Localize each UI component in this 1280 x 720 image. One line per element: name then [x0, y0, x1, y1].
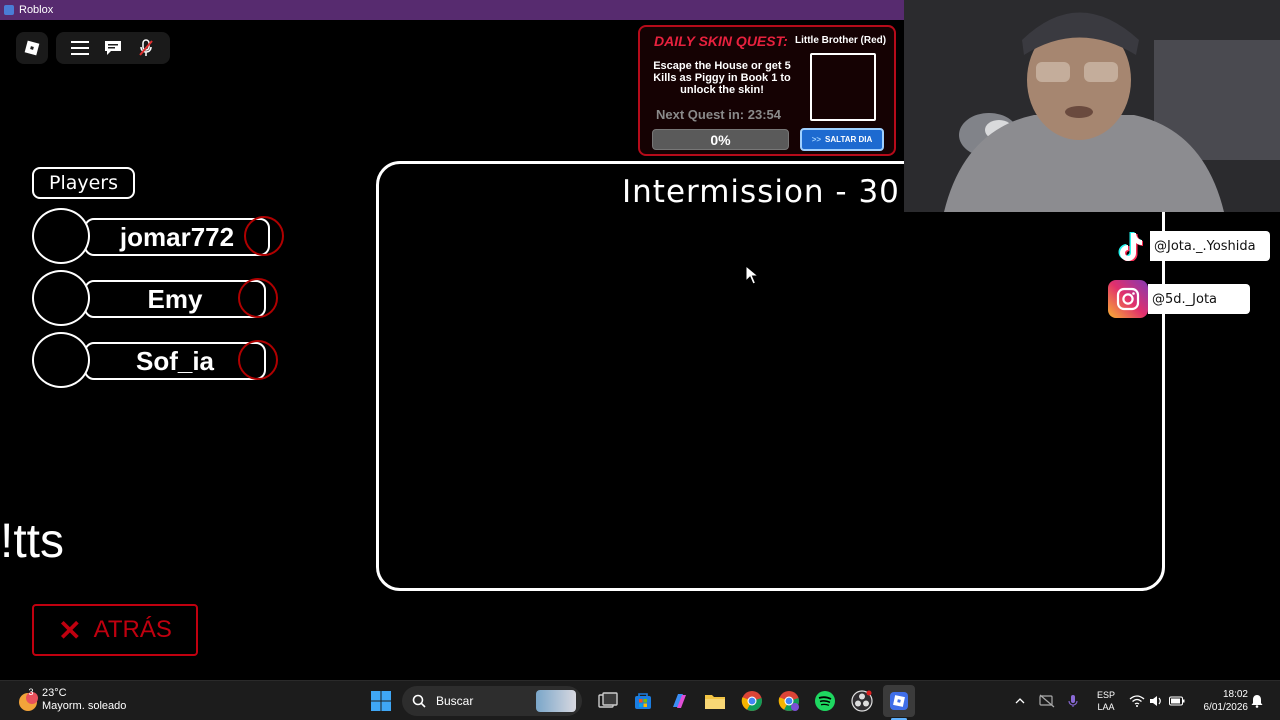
quest-skin-name: Little Brother (Red): [795, 35, 887, 46]
webcam-person-image: [904, 0, 1280, 212]
window-title-bar: Roblox: [0, 0, 904, 20]
player-row: Emy: [32, 270, 280, 326]
battery-icon[interactable]: [1168, 681, 1186, 720]
skin-preview-box: [810, 53, 876, 121]
daily-skin-quest-panel: DAILY SKIN QUEST: Little Brother (Red) E…: [638, 25, 896, 156]
tiktok-handle: @Jota._.Yoshida: [1150, 231, 1270, 261]
next-quest-timer: Next Quest in: 23:54: [656, 107, 781, 122]
player-status-indicator: [238, 340, 278, 380]
instagram-badge: @5d._Jota: [1108, 280, 1250, 318]
obs-icon[interactable]: [846, 685, 878, 717]
store-icon[interactable]: [627, 685, 659, 717]
close-x-icon: ✕: [58, 614, 82, 646]
player-name: jomar772: [84, 218, 270, 256]
search-icon: [412, 694, 426, 708]
weather-description: Mayorm. soleado: [42, 700, 127, 712]
player-status-indicator: [238, 278, 278, 318]
windows-taskbar: 3 23°C Mayorm. soleado Buscar ESP LAA 18…: [0, 680, 1280, 720]
skip-day-button[interactable]: >> SALTAR DIA: [800, 128, 884, 151]
instagram-icon: [1108, 280, 1148, 318]
search-placeholder: Buscar: [436, 694, 474, 708]
clock-date: 6/01/2026: [1203, 702, 1249, 713]
next-quest-time: 23:54: [747, 107, 781, 122]
back-button-label: ATRÁS: [93, 616, 172, 643]
chat-text: !tts: [0, 515, 65, 568]
start-button[interactable]: [369, 681, 393, 720]
search-highlight-image: [536, 690, 576, 712]
roblox-app-icon: [4, 5, 14, 15]
top-bar-controls: [56, 32, 170, 64]
player-row: jomar772: [32, 208, 284, 264]
task-view-icon[interactable]: [592, 685, 624, 717]
skip-arrows-icon: >>: [811, 135, 822, 144]
skip-day-label: SALTAR DIA: [825, 135, 873, 144]
weather-temperature: 23°C: [42, 687, 67, 699]
clock-time: 18:02: [1222, 689, 1248, 700]
microphone-icon[interactable]: [1066, 681, 1080, 720]
player-avatar: [32, 208, 90, 264]
tray-chevron-up-icon[interactable]: [1012, 681, 1028, 720]
weather-widget[interactable]: 23°C Mayorm. soleado: [42, 687, 126, 712]
back-button[interactable]: ✕ ATRÁS: [32, 604, 198, 656]
notification-bell-icon[interactable]: [1250, 681, 1264, 720]
roblox-menu-button[interactable]: [16, 32, 48, 64]
quest-title: DAILY SKIN QUEST:: [654, 33, 788, 49]
weather-badge: 3: [28, 687, 34, 697]
clock[interactable]: 18:02 6/01/2026: [1192, 681, 1249, 720]
spotify-icon[interactable]: [809, 685, 841, 717]
chat-icon[interactable]: [99, 34, 127, 62]
intermission-status: Intermission - 30: [622, 174, 900, 210]
roblox-taskbar-icon[interactable]: [883, 685, 915, 717]
roblox-logo-icon: [24, 40, 40, 56]
player-avatar: [32, 332, 90, 388]
player-avatar: [32, 270, 90, 326]
player-status-indicator: [244, 216, 284, 256]
instagram-handle: @5d._Jota: [1148, 284, 1250, 314]
taskbar-search[interactable]: Buscar: [402, 686, 582, 716]
tiktok-icon: [1110, 227, 1150, 265]
main-panel: [376, 161, 1165, 591]
chrome-profile-icon[interactable]: [773, 685, 805, 717]
tiktok-badge: @Jota._.Yoshida: [1110, 227, 1270, 265]
hamburger-menu-icon[interactable]: [66, 34, 94, 62]
quest-progress-bar: 0%: [652, 129, 789, 150]
microphone-muted-icon[interactable]: [132, 34, 160, 62]
player-row: Sof_ia: [32, 332, 280, 388]
copilot-icon[interactable]: [663, 685, 695, 717]
next-quest-label: Next Quest in:: [656, 107, 745, 122]
quest-progress-text: 0%: [710, 131, 731, 148]
wifi-icon[interactable]: [1128, 681, 1146, 720]
window-title: Roblox: [19, 4, 54, 16]
quest-description: Escape the House or get 5 Kills as Piggy…: [653, 60, 791, 96]
mouse-cursor-icon: [745, 265, 759, 285]
windows-start-icon: [371, 691, 391, 711]
players-label: Players: [32, 167, 135, 199]
language-indicator[interactable]: ESP LAA: [1092, 681, 1120, 720]
language-code: ESP: [1096, 690, 1115, 700]
volume-icon[interactable]: [1148, 681, 1164, 720]
chrome-icon[interactable]: [736, 685, 768, 717]
keyboard-layout: LAA: [1097, 702, 1115, 712]
webcam-overlay: [904, 0, 1280, 212]
file-explorer-icon[interactable]: [699, 685, 731, 717]
notifications-off-icon[interactable]: [1038, 681, 1056, 720]
